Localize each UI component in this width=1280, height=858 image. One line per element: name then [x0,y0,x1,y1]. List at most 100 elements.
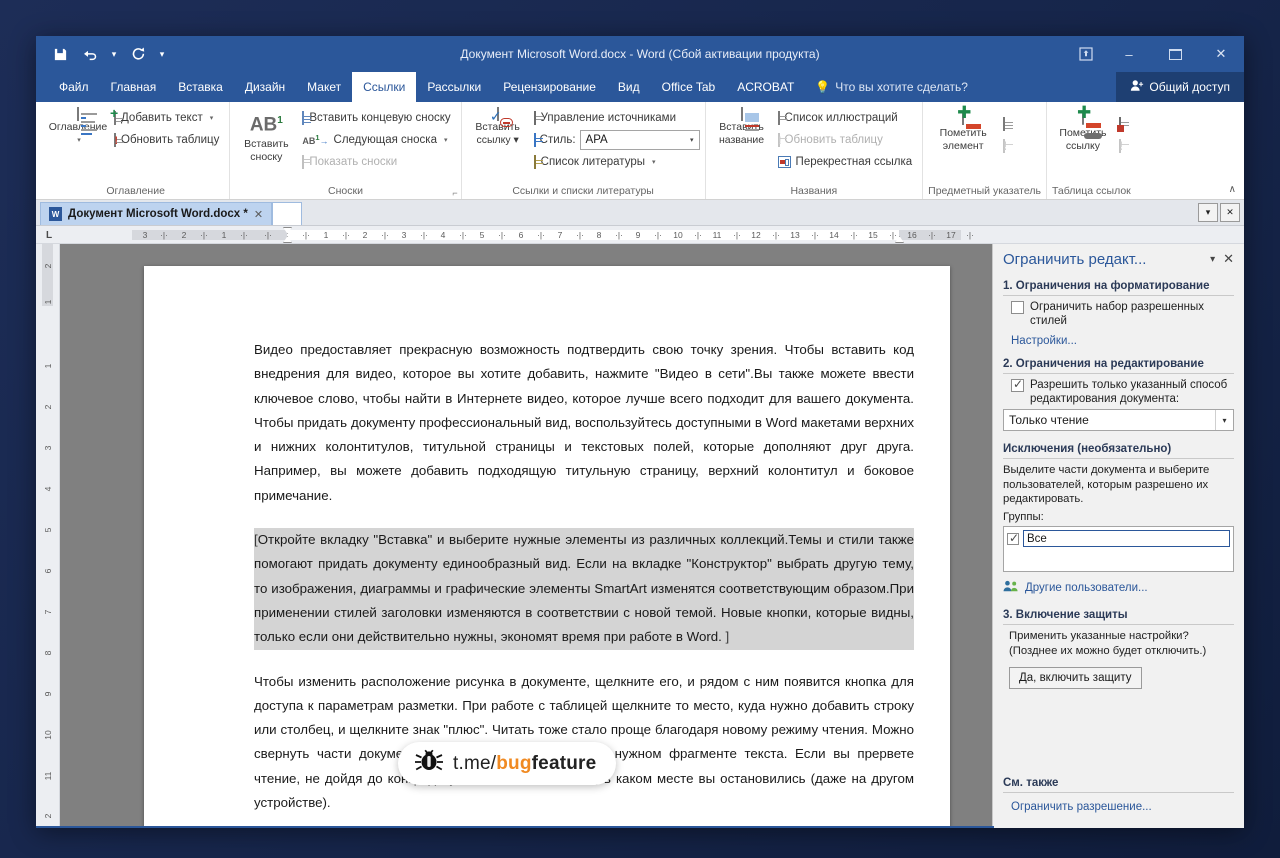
tab-office-tab[interactable]: Office Tab [651,72,727,102]
pane-section2-title: 2. Ограничения на редактирование [1003,358,1234,374]
vertical-ruler[interactable]: 2 1 1 2 3 4 5 6 7 8 9 10 11 2 [36,244,60,826]
insert-citation-button[interactable]: ✓ Вставить ссылку ▾ [467,107,529,148]
group-everyone-checkbox[interactable] [1007,531,1019,545]
insert-endnote-label: Вставить концевую сноску [309,111,451,124]
save-icon[interactable] [46,41,74,67]
update-authorities-table-button[interactable]: ! [1117,135,1129,156]
tab-layout[interactable]: Макет [296,72,352,102]
tab-home[interactable]: Главная [100,72,168,102]
other-users-row[interactable]: Другие пользователи... [1003,580,1234,595]
footnotes-dialog-launcher[interactable]: ⌐ [452,188,457,198]
restrict-permission-link[interactable]: Ограничить разрешение... [1003,801,1152,813]
tab-stop-selector[interactable]: L [42,229,56,242]
insert-endnote-button[interactable]: Вставить концевую сноску [300,107,455,128]
add-text-button[interactable]: + Добавить текст ▾ [110,106,224,128]
group-list-item[interactable]: Все [1007,530,1230,547]
doctab-menu-icon[interactable]: ▾ [1198,203,1218,222]
pane-section3-title: 3. Включение защиты [1003,609,1234,625]
update-index-button[interactable]: ! [1001,135,1014,156]
ruler-marks: 3 2 1 ·|· ·|· ·|· ·|· ·|· 1 ·|· 2 ·|· 3 ·|… [142,230,974,240]
collapse-ribbon-icon[interactable]: ∧ [1229,184,1236,195]
document-tab[interactable]: W Документ Microsoft Word.docx * ✕ [40,202,273,225]
ribbon: Оглавление ▾ + Добавить текст ▾ ! Обнови… [36,102,1244,200]
chevron-down-icon[interactable]: ▾ [1215,410,1233,430]
manage-sources-button[interactable]: Управление источниками [532,107,700,128]
desktop-background: ▾ ▾ Документ Microsoft Word.docx - Word … [0,0,1280,858]
maximize-button[interactable] [1152,36,1198,72]
paragraph-2-selected[interactable]: [Откройте вкладку "Вставка" и выберите н… [254,528,914,650]
status-bar-right: – + 100% [994,826,1244,828]
limit-styles-checkbox[interactable] [1011,301,1024,314]
table-of-figures-label: Список иллюстраций [784,111,898,124]
ruler-label: 6 [518,230,524,240]
update-figures-table-button[interactable]: ! Обновить таблицу [776,129,918,150]
tab-acrobat[interactable]: ACROBAT [726,72,805,102]
bibliography-label: Список литературы [540,155,645,168]
tell-me-box[interactable]: 💡 Что вы хотите сделать? [805,72,978,102]
citation-style-row: Стиль: APA ▾ [532,129,700,150]
allow-editing-checkbox[interactable] [1011,377,1024,392]
insert-footnote-label2: сноску [250,151,283,164]
ruler-label: 2 [181,230,187,240]
customize-qat-icon[interactable]: ▾ [154,41,170,67]
vruler-label: 3 [42,445,53,451]
pane-close-icon[interactable]: ✕ [1219,251,1238,267]
doctab-close-icon[interactable]: ✕ [1220,203,1240,222]
watermark-prefix: t.me/ [453,752,497,774]
insert-caption-label1: Вставить [719,121,764,133]
chevron-down-icon: ▾ [690,136,694,144]
insert-footnote-button[interactable]: AB1 Вставить сноску [235,107,297,165]
update-table-button[interactable]: ! Обновить таблицу [112,129,224,150]
close-icon[interactable]: ✕ [254,208,263,221]
undo-dropdown-icon[interactable]: ▾ [106,41,122,67]
new-tab-button[interactable] [272,202,303,225]
tab-mailings[interactable]: Рассылки [416,72,492,102]
start-enforcing-button[interactable]: Да, включить защиту [1009,667,1142,689]
groups-listbox[interactable]: Все [1003,526,1234,572]
redo-icon[interactable] [124,41,152,67]
toc-button[interactable]: Оглавление ▾ [47,107,109,148]
insert-index-button[interactable] [1001,113,1014,134]
share-button[interactable]: Общий доступ [1116,72,1244,102]
update-table-icon: ! [114,132,123,147]
undo-icon[interactable] [76,41,104,67]
allow-editing-row[interactable]: Разрешить только указанный способ редакт… [1003,377,1234,406]
people-icon [1003,580,1019,595]
tab-references[interactable]: Ссылки [352,72,417,102]
paragraph-1[interactable]: Видео предоставляет прекрасную возможнос… [254,338,914,508]
ruler-label: 14 [829,230,839,240]
horizontal-ruler[interactable]: L 3 2 1 ·|· ·|· ·|· ·|· ·|· 1 ·|· 2 ·|· 3 … [36,226,1244,244]
formatting-settings-link[interactable]: Настройки... [1003,335,1077,347]
tab-file[interactable]: Файл [48,72,100,102]
limit-styles-row[interactable]: Ограничить набор разрешенных стилей [1003,300,1234,328]
bibliography-button[interactable]: Список литературы ▾ [532,151,700,172]
show-notes-button[interactable]: Показать сноски [300,151,455,172]
minimize-button[interactable]: – [1106,36,1152,72]
other-users-link[interactable]: Другие пользователи... [1025,582,1148,594]
citation-style-combo[interactable]: APA ▾ [579,129,700,150]
ruler-label: 11 [712,230,722,240]
cross-reference-button[interactable]: Перекрестная ссылка [776,151,918,172]
group-everyone-label: Все [1023,530,1230,547]
close-button[interactable]: ✕ [1198,36,1244,72]
insert-caption-button[interactable]: Вставить название [711,107,773,148]
tab-design[interactable]: Дизайн [234,72,296,102]
editing-mode-dropdown[interactable]: Только чтение ▾ [1003,409,1234,431]
tab-insert[interactable]: Вставка [167,72,234,102]
pane-menu-icon[interactable]: ▾ [1206,254,1219,265]
share-label: Общий доступ [1149,80,1230,94]
tab-view[interactable]: Вид [607,72,651,102]
insert-table-of-authorities-button[interactable] [1116,113,1129,134]
ruler-label: 3 [142,230,148,240]
next-footnote-button[interactable]: AB1→ Следующая сноска ▾ [300,129,455,150]
ruler-label: 13 [790,230,800,240]
manage-sources-label: Управление источниками [540,111,676,124]
update-table-label: Обновить таблицу [121,133,220,146]
tab-review[interactable]: Рецензирование [492,72,607,102]
quick-access-toolbar: ▾ ▾ [46,36,170,72]
mark-citation-button[interactable]: ✚ Пометить ссылку [1052,104,1114,154]
pane-title: Ограничить редакт... [1003,250,1147,268]
table-of-figures-button[interactable]: Список иллюстраций [776,107,918,128]
ribbon-display-options-icon[interactable] [1066,36,1106,72]
mark-entry-button[interactable]: ✚ Пометить элемент [928,104,998,154]
